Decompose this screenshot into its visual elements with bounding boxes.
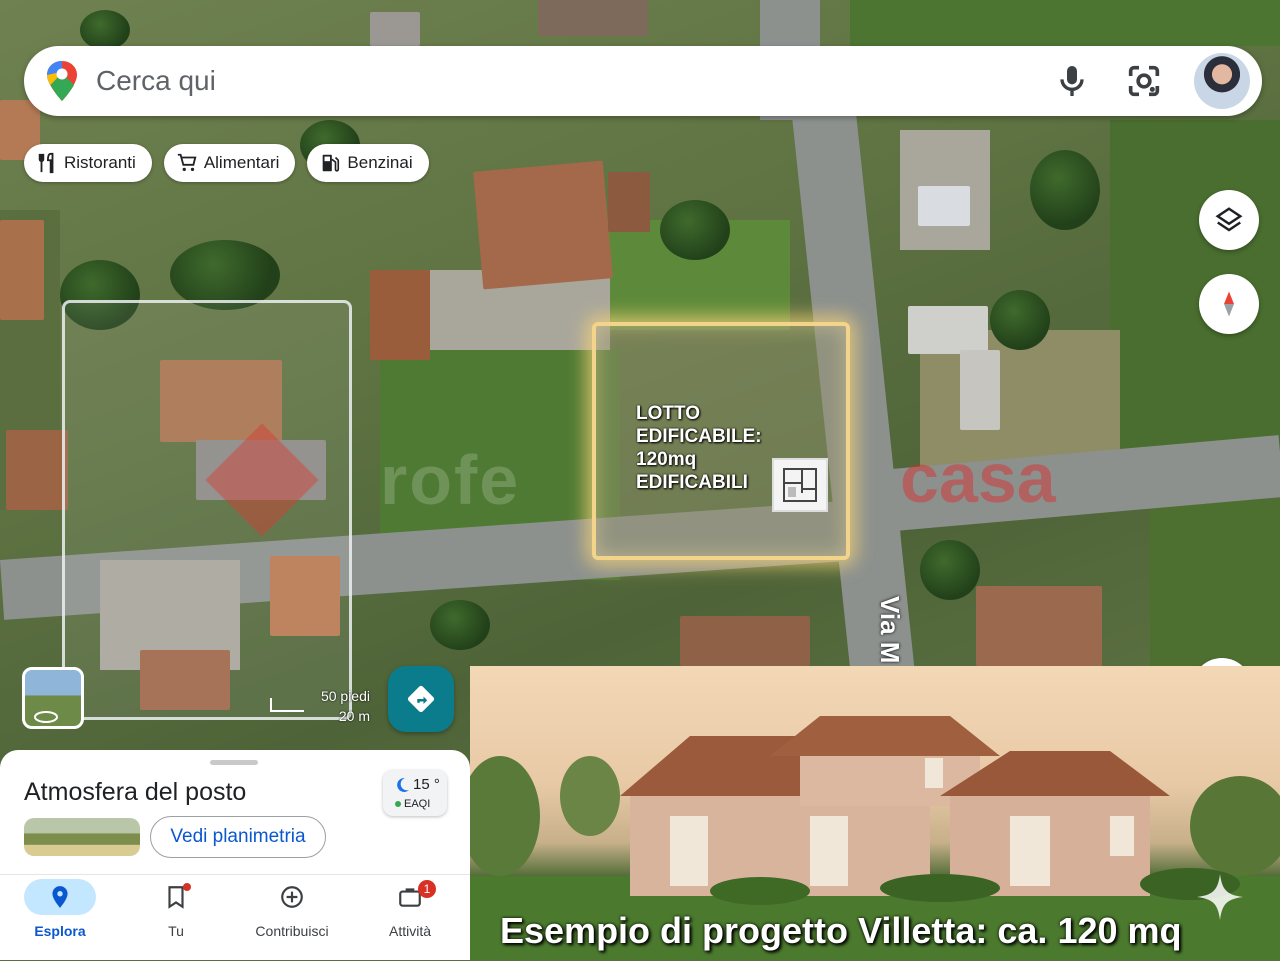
layers-button[interactable] (1199, 190, 1259, 250)
weather-widget[interactable]: 15 ° EAQI (383, 770, 447, 816)
sheet-drag-handle[interactable] (210, 760, 258, 765)
layers-icon (1215, 207, 1243, 232)
building-lot-highlight[interactable]: LOTTO EDIFICABILE: 120mq EDIFICABILI (592, 322, 850, 560)
floorplan-icon (772, 458, 828, 512)
chip-label: Ristoranti (64, 153, 136, 172)
map-roof (976, 586, 1102, 666)
air-quality-label: EAQI (395, 798, 430, 810)
search-input[interactable]: Cerca qui (96, 65, 1052, 97)
nav-label: Contribuisci (255, 923, 329, 939)
nav-tu[interactable]: Tu (131, 875, 221, 961)
neighbor-parcel-outline (62, 300, 352, 720)
nav-label: Tu (168, 923, 184, 939)
map-tree (1030, 150, 1100, 230)
scale-bar (270, 698, 304, 712)
nav-attivita[interactable]: 1 Attività (365, 875, 455, 961)
map-roof (908, 306, 988, 354)
sparkle-icon (1197, 874, 1243, 920)
villa-rendering-image: Esempio di progetto Villetta: ca. 120 mq (470, 666, 1280, 960)
weather-temperature: 15 ° (413, 776, 440, 793)
map-roof (6, 430, 68, 510)
street-view-rotate-icon (34, 711, 58, 723)
directions-button-left[interactable] (388, 666, 454, 732)
map-tree (660, 200, 730, 260)
compass-button[interactable] (1199, 274, 1259, 334)
chip-alimentari[interactable]: Alimentari (163, 144, 296, 182)
map-tree (430, 600, 490, 650)
map-roof (0, 220, 44, 320)
map-roof (918, 186, 970, 226)
map-tree (990, 290, 1050, 350)
category-chips: Ristoranti Alimentari Benzinai (24, 144, 429, 182)
nav-pill (256, 879, 328, 915)
map-field (1150, 500, 1280, 670)
bottom-sheet[interactable]: Atmosfera del posto 15 ° EAQI Vedi plani… (0, 750, 470, 960)
search-bar[interactable]: Cerca qui (24, 46, 1262, 116)
add-circle-icon (281, 886, 303, 908)
avatar[interactable] (1194, 53, 1250, 109)
google-lens-icon[interactable] (1124, 61, 1164, 101)
street-view-thumbnail[interactable] (22, 667, 84, 729)
cart-icon (177, 153, 197, 172)
moon-icon (397, 777, 409, 792)
nav-pill: 1 (374, 879, 446, 915)
map-roof (473, 160, 613, 290)
google-maps-logo-icon (47, 61, 77, 101)
map-roof (960, 350, 1000, 430)
map-field (850, 0, 1280, 46)
watermark-text: casa (900, 439, 1056, 517)
map-roof (608, 172, 650, 232)
microphone-icon[interactable] (1052, 61, 1092, 101)
fuel-pump-icon (323, 154, 340, 172)
notification-dot (183, 883, 191, 891)
map-tree (920, 540, 980, 600)
nav-label: Esplora (34, 923, 86, 939)
map-roof (538, 0, 648, 36)
map-roof (370, 12, 420, 46)
chip-label: Alimentari (203, 153, 280, 172)
street-label: Via M (875, 596, 905, 664)
notification-badge: 1 (418, 880, 436, 898)
aqi-status-dot (395, 801, 401, 808)
render-caption: Esempio di progetto Villetta: ca. 120 mq (500, 910, 1182, 951)
place-photo-thumbnail[interactable] (24, 818, 140, 856)
chip-benzinai[interactable]: Benzinai (307, 144, 429, 182)
chip-ristoranti[interactable]: Ristoranti (24, 144, 152, 182)
nav-esplora[interactable]: Esplora (15, 875, 105, 961)
nav-pill-active (24, 879, 96, 915)
location-pin-icon (52, 886, 68, 908)
compass-icon (1224, 291, 1234, 317)
nav-contribuisci[interactable]: Contribuisci (247, 875, 337, 961)
map-tree (80, 10, 130, 50)
nav-pill (140, 879, 212, 915)
watermark-text: rofe (380, 441, 521, 519)
sheet-title: Atmosfera del posto (24, 778, 247, 806)
fork-knife-icon (38, 152, 54, 174)
nav-label: Attività (388, 923, 431, 939)
map-scale: 50 piedi 20 m (270, 688, 370, 724)
vedi-planimetria-button[interactable]: Vedi planimetria (150, 816, 326, 858)
directions-icon (407, 685, 435, 713)
chip-label: Benzinai (347, 153, 413, 172)
aqi-text: EAQI (404, 798, 431, 810)
map-roof (680, 616, 810, 666)
map-roof (370, 270, 430, 360)
bottom-navigation: Esplora Tu Contribuisci 1 Attività (0, 874, 470, 960)
lot-label: LOTTO EDIFICABILE: 120mq EDIFICABILI (636, 403, 762, 493)
